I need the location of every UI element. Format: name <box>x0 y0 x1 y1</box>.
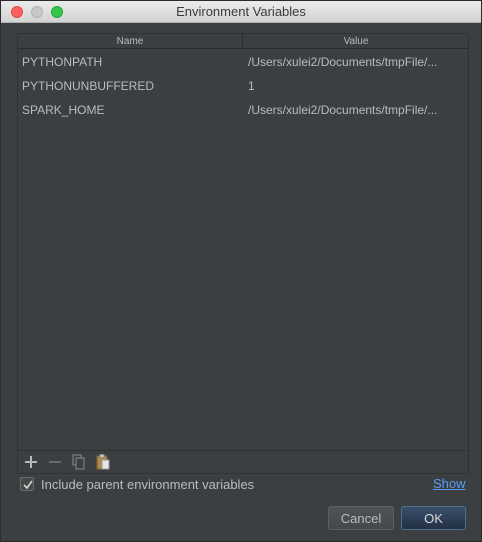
cancel-button[interactable]: Cancel <box>328 506 394 530</box>
checkmark-icon <box>23 480 33 490</box>
plus-icon <box>25 456 37 468</box>
table-header: Name Value <box>18 34 468 49</box>
paste-variable-button[interactable] <box>94 453 112 471</box>
paste-icon <box>96 454 110 470</box>
show-link[interactable]: Show <box>433 476 466 491</box>
row-name-cell[interactable]: PYTHONUNBUFFERED <box>22 74 240 98</box>
row-value-cell[interactable]: 1 <box>248 74 464 98</box>
title-bar[interactable]: Environment Variables <box>1 1 481 23</box>
copy-variable-button[interactable] <box>70 453 88 471</box>
table-row[interactable]: PYTHONUNBUFFERED 1 <box>18 74 468 98</box>
ok-button[interactable]: OK <box>401 506 466 530</box>
minus-icon <box>49 461 61 463</box>
column-header-name[interactable]: Name <box>18 34 243 49</box>
copy-icon <box>72 454 85 470</box>
include-parent-option[interactable]: Include parent environment variables <box>20 476 254 492</box>
remove-variable-button[interactable] <box>46 453 64 471</box>
add-variable-button[interactable] <box>22 453 40 471</box>
table-row[interactable]: SPARK_HOME /Users/xulei2/Documents/tmpFi… <box>18 98 468 122</box>
row-name-cell[interactable]: PYTHONPATH <box>22 50 240 74</box>
row-value-cell[interactable]: /Users/xulei2/Documents/tmpFile/... <box>248 50 464 74</box>
row-value-cell[interactable]: /Users/xulei2/Documents/tmpFile/... <box>248 98 464 122</box>
env-vars-table: Name Value PYTHONPATH /Users/xulei2/Docu… <box>17 33 469 474</box>
window-title: Environment Variables <box>176 4 306 19</box>
table-toolbar <box>18 451 468 473</box>
table-body: PYTHONPATH /Users/xulei2/Documents/tmpFi… <box>18 50 468 122</box>
environment-variables-dialog: Environment Variables Name Value PYTHONP… <box>0 0 482 542</box>
column-header-value[interactable]: Value <box>244 34 468 49</box>
include-parent-checkbox[interactable] <box>20 477 34 491</box>
row-name-cell[interactable]: SPARK_HOME <box>22 98 240 122</box>
include-parent-label[interactable]: Include parent environment variables <box>41 477 254 492</box>
table-row[interactable]: PYTHONPATH /Users/xulei2/Documents/tmpFi… <box>18 50 468 74</box>
